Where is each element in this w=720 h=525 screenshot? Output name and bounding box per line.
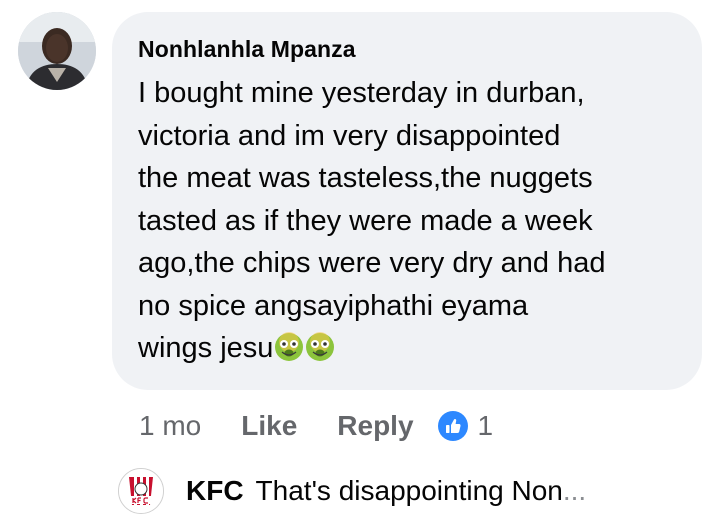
avatar[interactable]: [18, 12, 96, 90]
like-button[interactable]: Like: [241, 410, 297, 442]
reaction-summary[interactable]: 1: [437, 410, 494, 442]
nauseated-face-icon: [274, 332, 304, 362]
comment-bubble: Nonhlanhla Mpanza I bought mine yesterda…: [112, 12, 702, 390]
kfc-logo-icon: [118, 468, 164, 514]
reaction-count: 1: [477, 410, 494, 441]
comment-timestamp[interactable]: 1 mo: [139, 410, 201, 442]
comment-actions: 1 mo Like Reply 1: [139, 406, 493, 446]
reply-text: That's disappointing Non: [255, 475, 563, 506]
comment-text: I bought mine yesterday in durban, victo…: [138, 72, 688, 370]
nauseated-face-icon: [305, 332, 335, 362]
comment-text-content: I bought mine yesterday in durban, victo…: [138, 77, 606, 364]
reply-button[interactable]: Reply: [337, 410, 413, 442]
comment-author[interactable]: Nonhlanhla Mpanza: [138, 34, 676, 64]
reply-ellipsis: ...: [562, 475, 587, 506]
reply-author[interactable]: KFC: [186, 475, 244, 507]
user-photo: [18, 12, 96, 90]
thumbs-up-icon: [437, 411, 468, 441]
comment-thread: Nonhlanhla Mpanza I bought mine yesterda…: [0, 0, 720, 525]
reply-preview[interactable]: KFC That's disappointing Non...: [118, 468, 586, 514]
